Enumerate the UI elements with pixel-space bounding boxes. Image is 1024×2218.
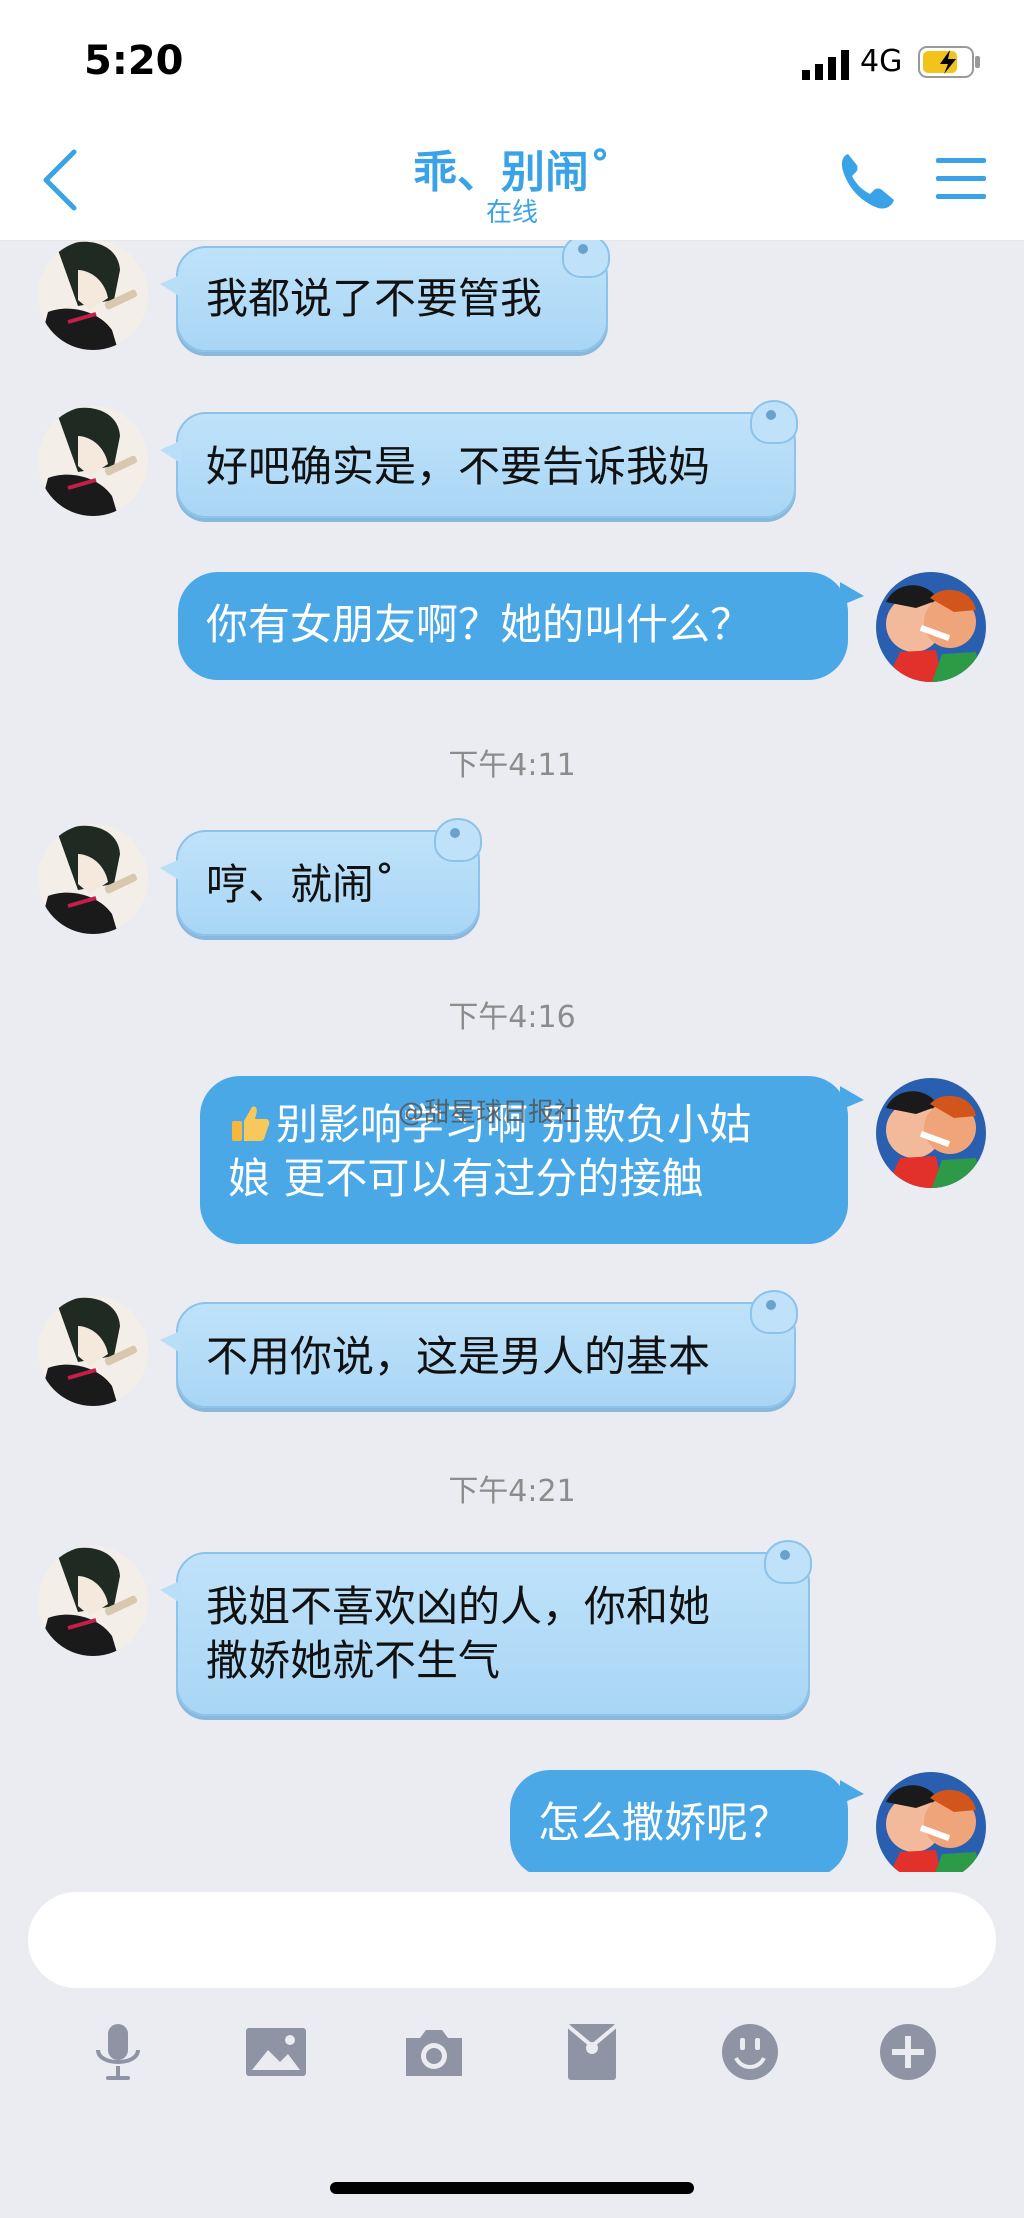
microphone-icon[interactable] — [86, 2020, 150, 2084]
contact-avatar[interactable] — [38, 1546, 148, 1656]
bubble-eye — [780, 1550, 790, 1560]
bubble-tail — [160, 1330, 182, 1354]
bubble-ear — [750, 400, 798, 444]
user-avatar[interactable] — [876, 1078, 986, 1188]
message-text: 我都说了不要管我 — [206, 274, 543, 323]
outgoing-message[interactable]: 你有女朋友啊？她的叫什么？ — [178, 572, 864, 680]
bubble-tail — [160, 274, 182, 298]
red-packet-icon[interactable] — [560, 2020, 624, 2084]
incoming-message[interactable]: 不用你说，这是男人的基本 — [160, 1290, 798, 1408]
bubble-ear — [750, 1290, 798, 1334]
message-text: 娘 更不可以有过分的接触 — [228, 1154, 704, 1203]
timestamp: 下午4:21 — [448, 1474, 576, 1509]
battery-icon — [918, 46, 980, 78]
image-icon[interactable] — [244, 2020, 308, 2084]
camera-icon[interactable] — [402, 2020, 466, 2084]
phone-icon[interactable] — [838, 150, 896, 210]
user-avatar[interactable] — [876, 572, 986, 682]
input-toolbar — [0, 2010, 1024, 2100]
bubble-tail — [840, 1086, 864, 1110]
message-input[interactable] — [28, 1892, 996, 1988]
bubble-ear — [434, 818, 482, 862]
timestamp: 下午4:11 — [448, 748, 576, 783]
bubble-tail — [160, 440, 182, 464]
incoming-message[interactable]: 哼、就闹˚ — [160, 818, 482, 936]
message-text: 哼、就闹˚ — [206, 860, 396, 909]
bubble-tail — [160, 858, 182, 882]
home-indicator[interactable] — [330, 2182, 694, 2194]
signal-icon — [802, 50, 849, 80]
user-avatar[interactable] — [876, 1772, 986, 1872]
watermark-text: @甜星球日报社 — [398, 1098, 581, 1128]
bubble-eye — [766, 410, 776, 420]
message-text: 好吧确实是，不要告诉我妈 — [206, 442, 711, 491]
status-bar: 5:20 4G — [0, 0, 1024, 120]
plus-icon[interactable] — [876, 2020, 940, 2084]
status-time: 5:20 — [84, 38, 184, 84]
bubble-tail — [160, 1580, 182, 1604]
incoming-message[interactable]: 我都说了不要管我 — [160, 240, 610, 352]
message-text: 我姐不喜欢凶的人，你和她 — [206, 1582, 711, 1631]
timestamp: 下午4:16 — [448, 1000, 576, 1035]
bubble-ear — [764, 1540, 812, 1584]
chat-header: 乖、别闹˚ 在线 — [0, 120, 1024, 241]
bubble-eye — [766, 1300, 776, 1310]
incoming-message[interactable]: 好吧确实是，不要告诉我妈 — [160, 400, 798, 518]
bubble-eye — [578, 244, 588, 254]
message-text: 不用你说，这是男人的基本 — [206, 1332, 711, 1381]
message-text: 怎么撒娇呢？ — [538, 1798, 791, 1847]
message-text: 你有女朋友啊？她的叫什么？ — [206, 600, 753, 649]
bubble-tail — [840, 582, 864, 606]
contact-avatar[interactable] — [38, 240, 148, 350]
network-type: 4G — [860, 44, 903, 79]
contact-avatar[interactable] — [38, 824, 148, 934]
incoming-message[interactable]: 我姐不喜欢凶的人，你和她 撒娇她就不生气 — [160, 1540, 812, 1716]
contact-avatar[interactable] — [38, 1296, 148, 1406]
emoji-icon[interactable] — [718, 2020, 782, 2084]
outgoing-message[interactable]: 怎么撒娇呢？ — [510, 1770, 864, 1872]
chat-area[interactable]: 我都说了不要管我 好吧确实是，不要告诉我妈 你有女朋友啊？她的叫什么？ 下午4:… — [0, 240, 1024, 1872]
bubble-eye — [450, 828, 460, 838]
message-text: 撒娇她就不生气 — [206, 1636, 501, 1685]
menu-icon[interactable] — [936, 156, 986, 202]
contact-avatar[interactable] — [38, 406, 148, 516]
bubble-tail — [840, 1780, 864, 1804]
thumbs-up-icon — [232, 1106, 270, 1141]
